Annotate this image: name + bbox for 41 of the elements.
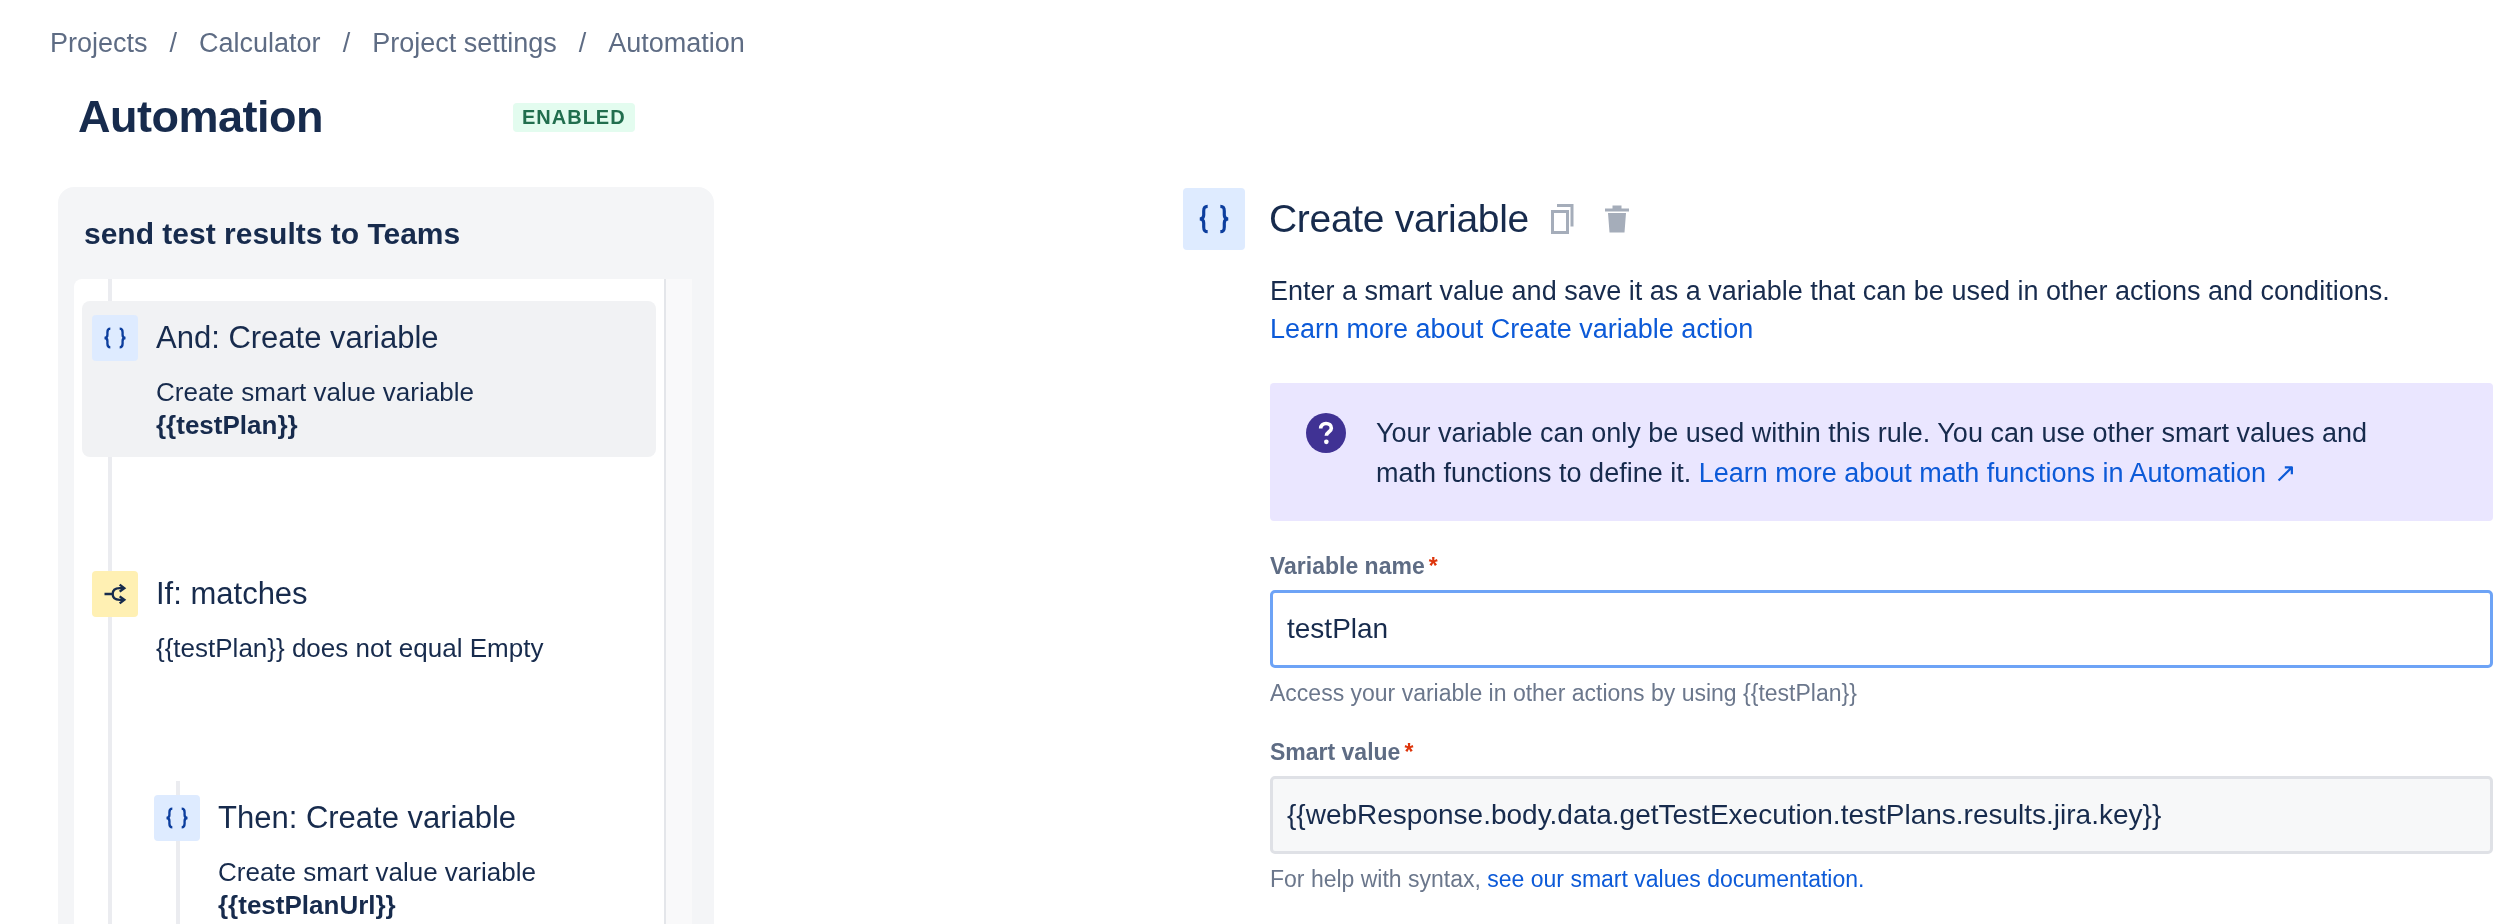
braces-icon	[154, 795, 200, 841]
step-title: And: Create variable	[156, 319, 440, 357]
breadcrumb-link[interactable]: Projects	[50, 28, 148, 59]
scrollbar[interactable]	[664, 279, 692, 924]
page-title: Automation	[78, 91, 323, 143]
help-text: For help with syntax, see our smart values documentation.	[1270, 866, 1866, 893]
rule-step[interactable]: And: Create variable Create smart value variable {{testPlan}}	[82, 301, 656, 457]
required-asterisk: *	[1428, 553, 1438, 580]
field-label: Smart value	[1270, 739, 1401, 766]
learn-more-link[interactable]: Learn more about Create variable action	[1270, 314, 1754, 344]
breadcrumb-separator: /	[169, 28, 178, 59]
field-label: Variable name	[1270, 553, 1425, 580]
text-field[interactable]: testPlan	[1270, 590, 2493, 668]
status-badge: ENABLED	[512, 102, 635, 132]
step-description: Create smart value variable	[156, 376, 474, 409]
variable-name: {{testPlan}}	[156, 409, 299, 441]
action-description: Enter a smart value and save it as a variable that can be used in other actions and conditions.	[1270, 275, 2391, 308]
documentation-link[interactable]: see our smart values documentation.	[1487, 866, 1865, 892]
math-functions-link[interactable]: Learn more about math functions in Automation ↗	[1698, 458, 2297, 488]
step-description: {{testPlan}} does not equal Empty	[156, 632, 544, 665]
breadcrumb-separator: /	[578, 28, 587, 59]
breadcrumb-link[interactable]: Calculator	[199, 28, 321, 59]
braces-icon	[1183, 188, 1245, 250]
text-field[interactable]: {{webResponse.body.data.getTestExecution.testPlans.results.jira.key}}	[1270, 776, 2493, 854]
question-icon	[1306, 413, 1346, 453]
help-text: Access your variable in other actions by using {{testPlan}}	[1270, 680, 1858, 707]
breadcrumb-link[interactable]: Project settings	[372, 28, 557, 59]
braces-icon	[92, 315, 138, 361]
breadcrumb-link[interactable]: Automation	[608, 28, 745, 59]
rule-title: send test results to Teams	[83, 216, 462, 252]
step-title: Then: Create variable	[218, 799, 518, 837]
required-asterisk: *	[1404, 739, 1414, 766]
info-message: Your variable can only be used within this rule. You can use other smart values and math functions to define it. Learn more about math functions in Automation ↗	[1376, 417, 2369, 490]
breadcrumb-separator: /	[342, 28, 351, 59]
rule-step[interactable]: Then: Create variable Create smart value variable {{testPlanUrl}}	[144, 781, 656, 924]
variable-name: {{testPlanUrl}}	[218, 889, 397, 921]
rule-step[interactable]: If: matches {{testPlan}} does not equal Empty	[82, 557, 656, 681]
step-description: Create smart value variable	[218, 856, 536, 889]
branch-icon	[92, 571, 138, 617]
action-title: Create variable	[1269, 197, 1529, 241]
step-title: If: matches	[156, 575, 309, 613]
